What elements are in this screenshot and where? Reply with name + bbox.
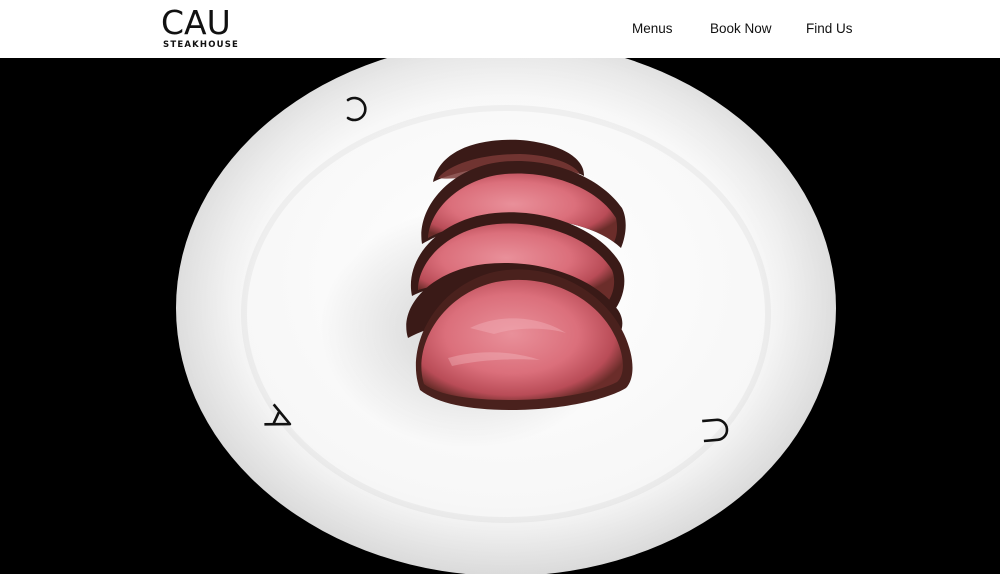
hero-image bbox=[0, 58, 1000, 574]
brand-logo[interactable]: CAU STEAKHOUSE bbox=[161, 6, 245, 52]
brand-tagline: STEAKHOUSE bbox=[163, 40, 240, 50]
nav-item-book-now[interactable]: Book Now bbox=[710, 20, 772, 38]
site-header: CAU STEAKHOUSE Menus Book Now Find Us bbox=[0, 0, 1000, 58]
nav-item-find-us[interactable]: Find Us bbox=[806, 20, 853, 38]
brand-name: CAU bbox=[161, 3, 231, 42]
steak-plate-photo bbox=[0, 58, 1000, 574]
nav-item-menus[interactable]: Menus bbox=[632, 20, 673, 38]
